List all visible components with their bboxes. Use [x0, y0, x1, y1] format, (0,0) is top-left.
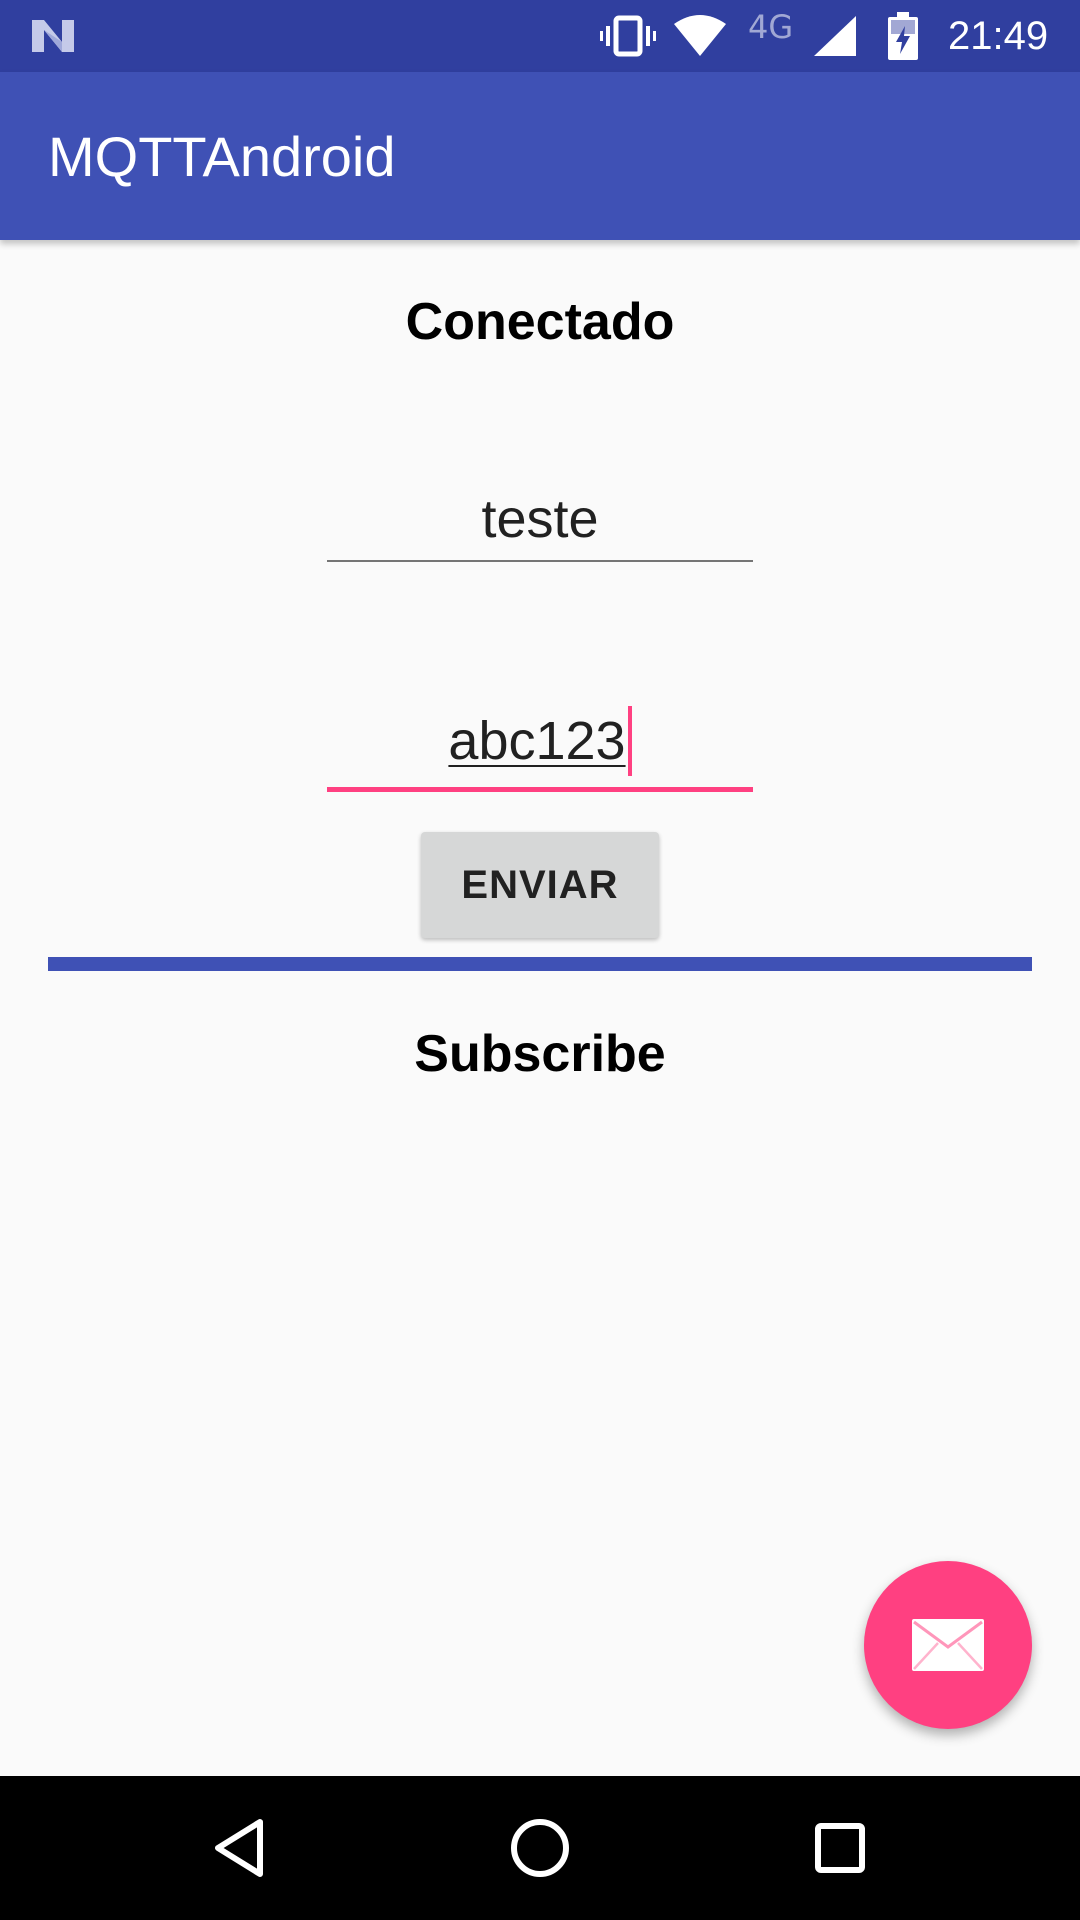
- message-input[interactable]: abc123: [327, 705, 753, 792]
- app-title: MQTTAndroid: [48, 125, 396, 188]
- network-type-label: 4G: [748, 8, 794, 46]
- mail-fab-button[interactable]: [864, 1561, 1032, 1729]
- section-divider: [48, 957, 1032, 971]
- n-logo-icon: [32, 20, 74, 52]
- mail-icon: [912, 1619, 984, 1671]
- topic-input[interactable]: teste: [327, 486, 753, 562]
- vibrate-icon: [600, 15, 656, 57]
- message-input-value: abc123: [448, 711, 626, 771]
- signal-icon: [814, 16, 856, 56]
- message-input-underline: [327, 787, 753, 792]
- status-clock: 21:49: [948, 14, 1049, 58]
- topic-input-value: teste: [481, 489, 599, 549]
- navigation-bar: [0, 1776, 1080, 1920]
- app-screen: 4G 21:49 MQTTAndroid Conectado teste abc…: [0, 0, 1080, 1920]
- recents-icon[interactable]: [804, 1812, 876, 1884]
- back-icon[interactable]: [204, 1812, 276, 1884]
- connection-status-text: Conectado: [405, 293, 675, 351]
- message-input-content: abc123: [327, 705, 753, 776]
- text-cursor: [627, 705, 632, 776]
- home-icon[interactable]: [504, 1812, 576, 1884]
- wifi-icon: [674, 15, 726, 56]
- battery-charging-icon: [888, 12, 918, 60]
- status-bar: 4G 21:49: [0, 0, 1080, 72]
- subscribe-heading: Subscribe: [414, 1025, 666, 1083]
- send-button[interactable]: ENVIAR: [421, 832, 659, 938]
- topic-input-underline: [327, 560, 753, 562]
- app-bar: MQTTAndroid: [0, 72, 1080, 240]
